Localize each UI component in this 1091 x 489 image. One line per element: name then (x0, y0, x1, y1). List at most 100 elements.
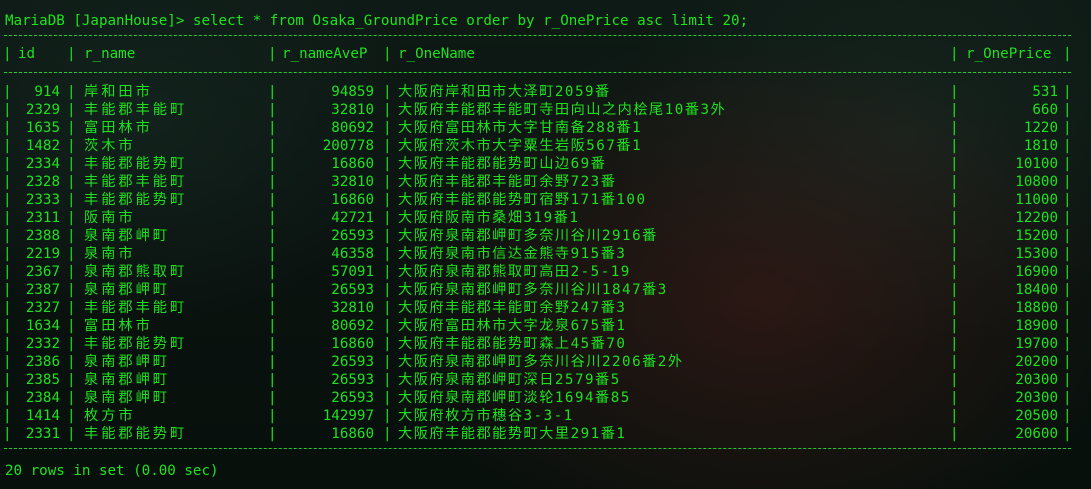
cell-r-name: 泉南郡熊取町 (84, 264, 188, 280)
cell-r-name: 泉南市 (84, 246, 136, 262)
table-row: | 2311 | 阪南市 | 42721 | 大阪府阪南市桑畑319番1 | 12200 | (3, 210, 1072, 226)
cell-r-onename: 大阪府丰能郡丰能町余野247番3 (398, 300, 627, 316)
cell-r-name: 茨木市 (84, 138, 136, 154)
cell-r-oneprice: 10800 (1015, 174, 1058, 190)
cell-r-onename: 大阪府富田林市大字甘南备288番1 (398, 120, 643, 136)
cell-r-nameavep: 26593 (331, 390, 374, 406)
cell-r-nameavep: 16860 (331, 426, 374, 442)
table-row: | 2387 | 泉南郡岬町 | 26593 | 大阪府泉南郡岬町多奈川谷川1847番3 | 18… (3, 282, 1072, 298)
table-row: | 1482 | 茨木市 | 200778 | 大阪府茨木市大字粟生岩阪567番1 | 1810 | (3, 138, 1072, 154)
cell-r-name: 丰能郡能势町 (84, 192, 188, 208)
cell-r-nameavep: 16860 (331, 336, 374, 352)
cell-r-nameavep: 32810 (331, 300, 374, 316)
cell-id: 2367 (25, 264, 60, 280)
cell-r-oneprice: 660 (1032, 102, 1058, 118)
cell-r-onename: 大阪府阪南市桑畑319番1 (398, 210, 580, 226)
cell-id: 2328 (25, 174, 60, 190)
column-header-r-onename: r_OneName (398, 46, 475, 62)
cell-r-onename: 大阪府枚方市穗谷3-3-1 (398, 408, 574, 424)
table-border-top (4, 35, 1071, 36)
cell-r-onename: 大阪府富田林市大字龙泉675番1 (398, 318, 627, 334)
cell-id: 1635 (25, 120, 60, 136)
cell-r-oneprice: 10100 (1015, 156, 1058, 172)
cell-r-oneprice: 20500 (1015, 408, 1058, 424)
cell-id: 2334 (25, 156, 60, 172)
cell-r-name: 泉南郡岬町 (84, 354, 170, 370)
cell-r-name: 丰能郡丰能町 (84, 102, 188, 118)
cell-r-nameavep: 32810 (331, 102, 374, 118)
cell-r-name: 泉南郡岬町 (84, 390, 170, 406)
cell-r-name: 丰能郡丰能町 (84, 174, 188, 190)
cell-r-nameavep: 57091 (331, 264, 374, 280)
cell-id: 2311 (25, 210, 60, 226)
cell-r-nameavep: 142997 (322, 408, 374, 424)
cell-id: 2384 (25, 390, 60, 406)
table-row: | 2328 | 丰能郡丰能町 | 32810 | 大阪府丰能郡丰能町余野723番 | 10800… (3, 174, 1072, 190)
cell-r-nameavep: 200778 (322, 138, 374, 154)
cell-r-oneprice: 20600 (1015, 426, 1058, 442)
column-header-r-name: r_name (84, 46, 136, 62)
result-summary: 20 rows in set (0.00 sec) (5, 463, 219, 479)
cell-r-oneprice: 15200 (1015, 228, 1058, 244)
cell-r-nameavep: 42721 (331, 210, 374, 226)
cell-r-oneprice: 16900 (1015, 264, 1058, 280)
cell-r-nameavep: 26593 (331, 228, 374, 244)
cell-r-oneprice: 11000 (1015, 192, 1058, 208)
cell-r-name: 丰能郡能势町 (84, 156, 188, 172)
cell-id: 2388 (25, 228, 60, 244)
table-row: | 2332 | 丰能郡能势町 | 16860 | 大阪府丰能郡能势町森上45番70 | 1970… (3, 336, 1072, 352)
cell-r-nameavep: 26593 (331, 282, 374, 298)
table-row: | 2334 | 丰能郡能势町 | 16860 | 大阪府丰能郡能势町山边69番 | 10100 | (3, 156, 1072, 172)
column-header-r-oneprice: r_OnePrice (966, 46, 1052, 62)
cell-r-oneprice: 19700 (1015, 336, 1058, 352)
cell-id: 2385 (25, 372, 60, 388)
cell-r-name: 阪南市 (84, 210, 136, 226)
cell-id: 2387 (25, 282, 60, 298)
cell-r-nameavep: 32810 (331, 174, 374, 190)
cell-r-nameavep: 80692 (331, 318, 374, 334)
table-header-row: | id | r_name | r_nameAveP | r_OneName |… (3, 46, 1072, 62)
cell-r-onename: 大阪府泉南郡岬町多奈川谷川2916番 (398, 228, 658, 244)
table-row: | 914 | 岸和田市 | 94859 | 大阪府岸和田市大泽町2059番 | 531 | (3, 84, 1072, 100)
cell-r-oneprice: 18900 (1015, 318, 1058, 334)
cell-r-name: 丰能郡能势町 (84, 336, 188, 352)
cell-id: 2386 (25, 354, 60, 370)
cell-r-oneprice: 15300 (1015, 246, 1058, 262)
cell-r-onename: 大阪府茨木市大字粟生岩阪567番1 (398, 138, 643, 154)
cell-r-onename: 大阪府泉南郡岬町淡轮1694番85 (398, 390, 631, 406)
table-row: | 2385 | 泉南郡岬町 | 26593 | 大阪府泉南郡岬町深日2579番5 | 20300… (3, 372, 1072, 388)
sql-command-line: MariaDB [JapanHouse]> select * from Osak… (5, 13, 749, 29)
cell-r-onename: 大阪府泉南市信达金熊寺915番3 (398, 246, 627, 262)
cell-r-oneprice: 1810 (1023, 138, 1058, 154)
cell-r-onename: 大阪府丰能郡丰能町余野723番 (398, 174, 617, 190)
table-row: | 2367 | 泉南郡熊取町 | 57091 | 大阪府泉南郡熊取町高田2-5-19 | 169… (3, 264, 1072, 280)
table-row: | 2219 | 泉南市 | 46358 | 大阪府泉南市信达金熊寺915番3 | 15300 | (3, 246, 1072, 262)
cell-r-onename: 大阪府泉南郡岬町多奈川谷川1847番3 (398, 282, 668, 298)
cell-r-oneprice: 531 (1032, 84, 1058, 100)
cell-r-onename: 大阪府丰能郡能势町森上45番70 (398, 336, 627, 352)
table-row: | 1414 | 枚方市 | 142997 | 大阪府枚方市穗谷3-3-1 | 20500 | (3, 408, 1072, 424)
cell-r-onename: 大阪府丰能郡丰能町寺田向山之内桧尾10番3外 (398, 102, 727, 118)
table-border-bottom (4, 448, 1071, 449)
cell-id: 2219 (25, 246, 60, 262)
terminal-window[interactable]: MariaDB [JapanHouse]> select * from Osak… (0, 0, 1091, 489)
cell-id: 1414 (25, 408, 60, 424)
cell-r-onename: 大阪府丰能郡能势町大里291番1 (398, 426, 627, 442)
cell-r-oneprice: 20200 (1015, 354, 1058, 370)
cell-r-name: 富田林市 (84, 318, 153, 334)
table-row: | 1635 | 富田林市 | 80692 | 大阪府富田林市大字甘南备288番1 | 1220 | (3, 120, 1072, 136)
result-table-body: | 914 | 岸和田市 | 94859 | 大阪府岸和田市大泽町2059番 | 531 | | 232… (3, 83, 1072, 443)
cell-r-name: 丰能郡能势町 (84, 426, 188, 442)
column-header-id: id (18, 46, 36, 62)
cell-r-name: 泉南郡岬町 (84, 228, 170, 244)
cell-r-name: 丰能郡丰能町 (84, 300, 188, 316)
cell-r-name: 岸和田市 (84, 84, 153, 100)
cell-r-onename: 大阪府岸和田市大泽町2059番 (398, 84, 611, 100)
column-header-r-nameavep: r_nameAveP (282, 46, 368, 62)
cell-r-nameavep: 46358 (331, 246, 374, 262)
cell-r-name: 富田林市 (84, 120, 153, 136)
cell-id: 2333 (25, 192, 60, 208)
cell-id: 1482 (25, 138, 60, 154)
table-row: | 1634 | 富田林市 | 80692 | 大阪府富田林市大字龙泉675番1 | 18900 | (3, 318, 1072, 334)
cell-id: 2332 (25, 336, 60, 352)
